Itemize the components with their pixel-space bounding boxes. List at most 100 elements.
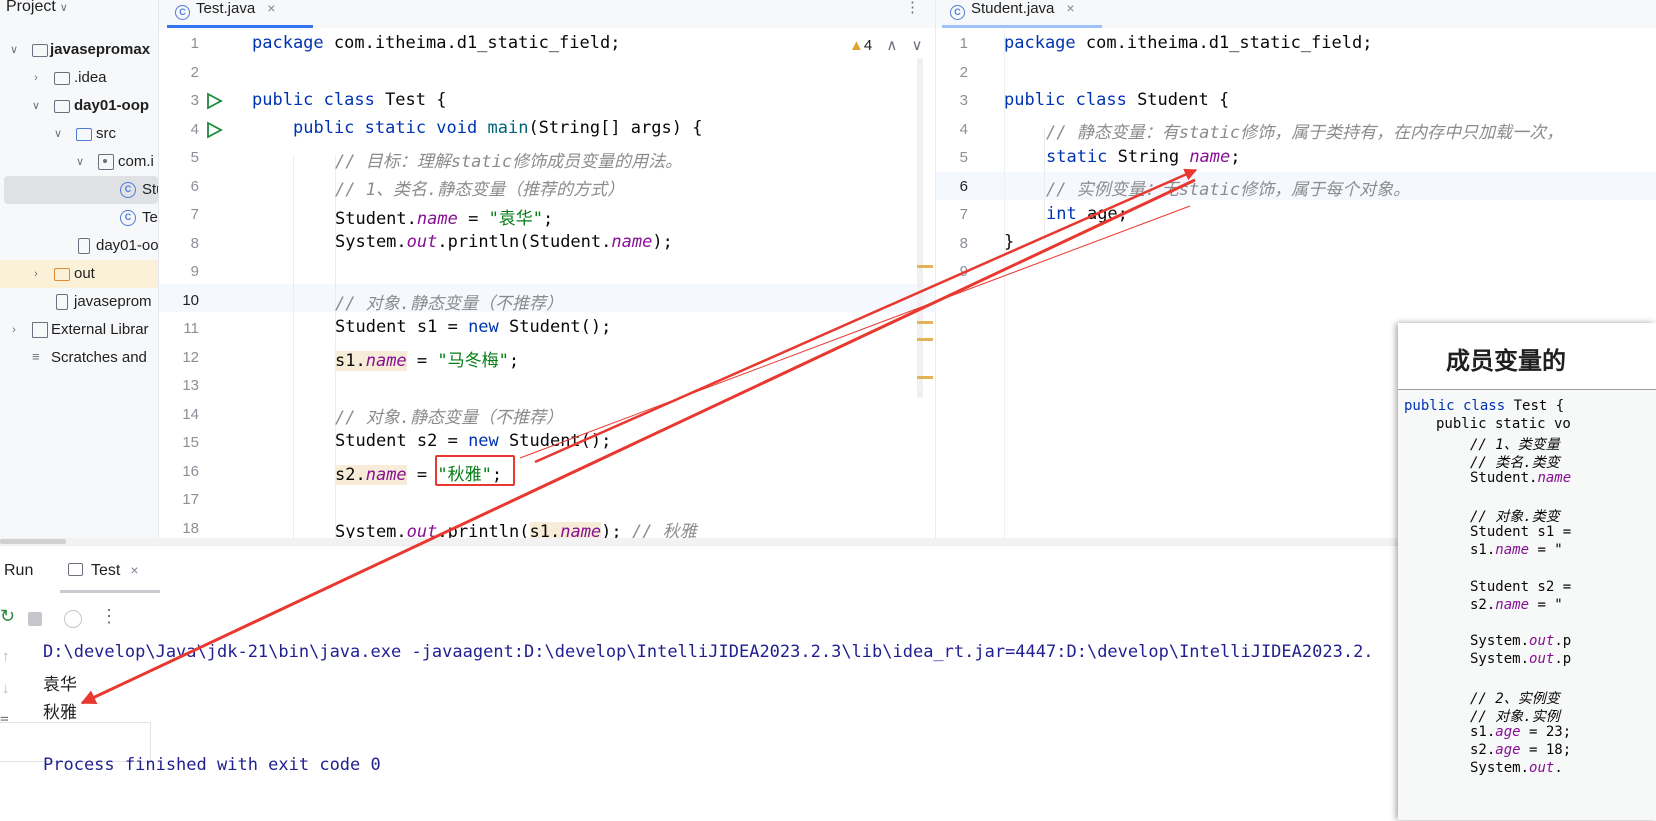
run-main-icon[interactable] [205,121,223,139]
tree-item-out[interactable]: › out [0,260,158,288]
code-line-1: package com.itheima.d1_static_field; [252,33,621,53]
slide-code-line: System.out. [1470,760,1563,776]
run-class-icon[interactable] [205,92,223,110]
class-icon: C [120,182,136,198]
scrollbar-thumb[interactable] [0,539,66,544]
arrow-up-icon[interactable]: ↑ [2,648,10,665]
slide-code-line: System.out.p [1470,651,1572,667]
run-tab-test[interactable]: Test × [68,562,139,580]
line-number: 16 [182,463,199,480]
line-number: 3 [959,92,968,109]
code-line-15: Student s2 = new Student(); [335,431,612,451]
code-line-12: s1.name = "马冬梅"; [335,351,520,371]
tree-item-idea[interactable]: › .idea [0,64,158,92]
more-icon[interactable]: ⋮ [100,606,118,627]
slide-code-line: s1.name = " [1470,542,1563,558]
line-number: 18 [182,520,199,537]
slide-code-line: s1.age = 23; [1470,724,1572,740]
arrow-down-icon[interactable]: ↓ [2,680,10,697]
tree-item-day01-oop[interactable]: ∨ day01-oop [0,92,158,120]
debug-icon[interactable] [64,610,82,628]
chevron-right-icon: › [34,72,38,84]
tree-item-iml[interactable]: day01-oo [0,232,158,260]
tree-item-label: javasepromax [50,41,151,58]
tree-item-student-class[interactable]: C Stu [4,176,158,204]
line-number: 8 [959,235,968,252]
code-line-5: // 目标：理解static修饰成员变量的用法。 [335,152,683,172]
tree-item-external-libraries[interactable]: › External Librar [0,316,158,344]
line-number: 14 [182,406,199,423]
test-java-editor[interactable]: 1 2 3 4 5 6 7 8 9 10 11 12 13 14 15 16 1… [159,28,935,540]
slide-code-line: // 类名.类变 [1470,455,1560,471]
chevron-up-icon[interactable]: ∧ [886,37,897,54]
slide-code-line: s2.name = " [1470,597,1563,613]
file-icon [56,294,68,310]
line-number: 3 [190,92,199,109]
editor-scrollbar[interactable] [917,58,923,398]
scroll-marker [917,265,933,268]
code-line-5: static String name; [1046,147,1241,167]
code-line-3: public class Test { [252,90,447,110]
line-number: 7 [190,206,199,223]
code-line-11: Student s1 = new Student(); [335,317,612,337]
line-number: 1 [190,35,199,52]
tab-test-java[interactable]: C Test.java × [175,0,275,28]
code-line-14: // 对象.静态变量（不推荐） [335,408,563,428]
tree-item-project-iml[interactable]: javaseprom [0,288,158,316]
console-output-line: 袁华 [43,675,77,694]
excluded-folder-icon [54,268,70,281]
project-header[interactable]: Project ∨ [6,0,68,16]
scroll-marker [917,321,933,324]
tree-item-src[interactable]: ∨ src [0,120,158,148]
line-number: 4 [190,121,199,138]
stop-icon[interactable] [28,612,42,626]
tab-label: Test.java [196,0,256,17]
tree-item-label: day01-oo [96,237,159,254]
console-exit-line: Process finished with exit code 0 [43,755,381,775]
line-number: 6 [959,178,968,195]
slide-code-line: s2.age = 18; [1470,742,1572,758]
code-line-8: } [1004,232,1015,252]
slide-code-line: System.out.p [1470,633,1572,649]
editor-horizontal-scrollbar[interactable] [0,538,1400,545]
console-command-line: D:\develop\Java\jdk-21\bin\java.exe -jav… [43,642,1374,662]
inspection-widget[interactable]: ▲4 ∧ ∨ [849,36,923,54]
tree-item-scratches[interactable]: ≡ Scratches and [0,344,158,372]
tab-label: Student.java [971,0,1055,17]
tree-item-label: .idea [74,69,107,86]
rerun-icon[interactable]: ↻ [0,606,15,627]
chevron-down-icon[interactable]: ∨ [912,37,923,54]
tree-item-label: out [74,265,95,282]
slide-code-line: Student s2 = [1470,579,1572,595]
more-icon[interactable]: ⋮ [905,0,920,28]
code-line-7: Student.name = "袁华"; [335,209,554,229]
close-icon[interactable]: × [130,562,138,578]
project-title: Project [6,0,56,15]
tree-item-label: day01-oop [74,97,150,114]
lecture-slide-overlay: 成员变量的 public class Test { public static … [1398,323,1656,820]
line-number: 1 [959,35,968,52]
tree-item-label: com.i [118,153,154,170]
line-number: 13 [182,377,199,394]
chevron-down-icon: ∨ [75,156,85,168]
line-number: 4 [959,121,968,138]
code-line-4: // 静态变量：有static修饰，属于类持有，在内存中只加载一次， [1046,123,1564,143]
code-line-1: package com.itheima.d1_static_field; [1004,33,1373,53]
code-line-8: System.out.println(Student.name); [335,232,673,252]
indent-guide [1044,128,1045,240]
code-line-3: public class Student { [1004,90,1230,110]
chevron-down-icon: ∨ [53,128,63,140]
slide-code-line: public class Test { [1404,398,1565,414]
close-icon[interactable]: × [267,0,275,16]
close-icon[interactable]: × [1066,0,1074,16]
console-icon [68,563,83,576]
line-number: 10 [182,292,199,309]
slide-title: 成员变量的 [1446,348,1566,375]
run-tab-label: Test [91,562,121,579]
tree-item-package[interactable]: ∨ com.i [0,148,158,176]
tab-student-java[interactable]: C Student.java × [950,0,1075,28]
tree-item-test-class[interactable]: C Te [0,204,158,232]
tree-item-module-root[interactable]: ∨ javasepromax [0,36,158,64]
class-icon: C [175,5,190,20]
run-tool-window: Run Test× ↻ ⋮ ↑ ↓ ≡ ≡ D:\develop\Java\jd… [0,545,1400,821]
